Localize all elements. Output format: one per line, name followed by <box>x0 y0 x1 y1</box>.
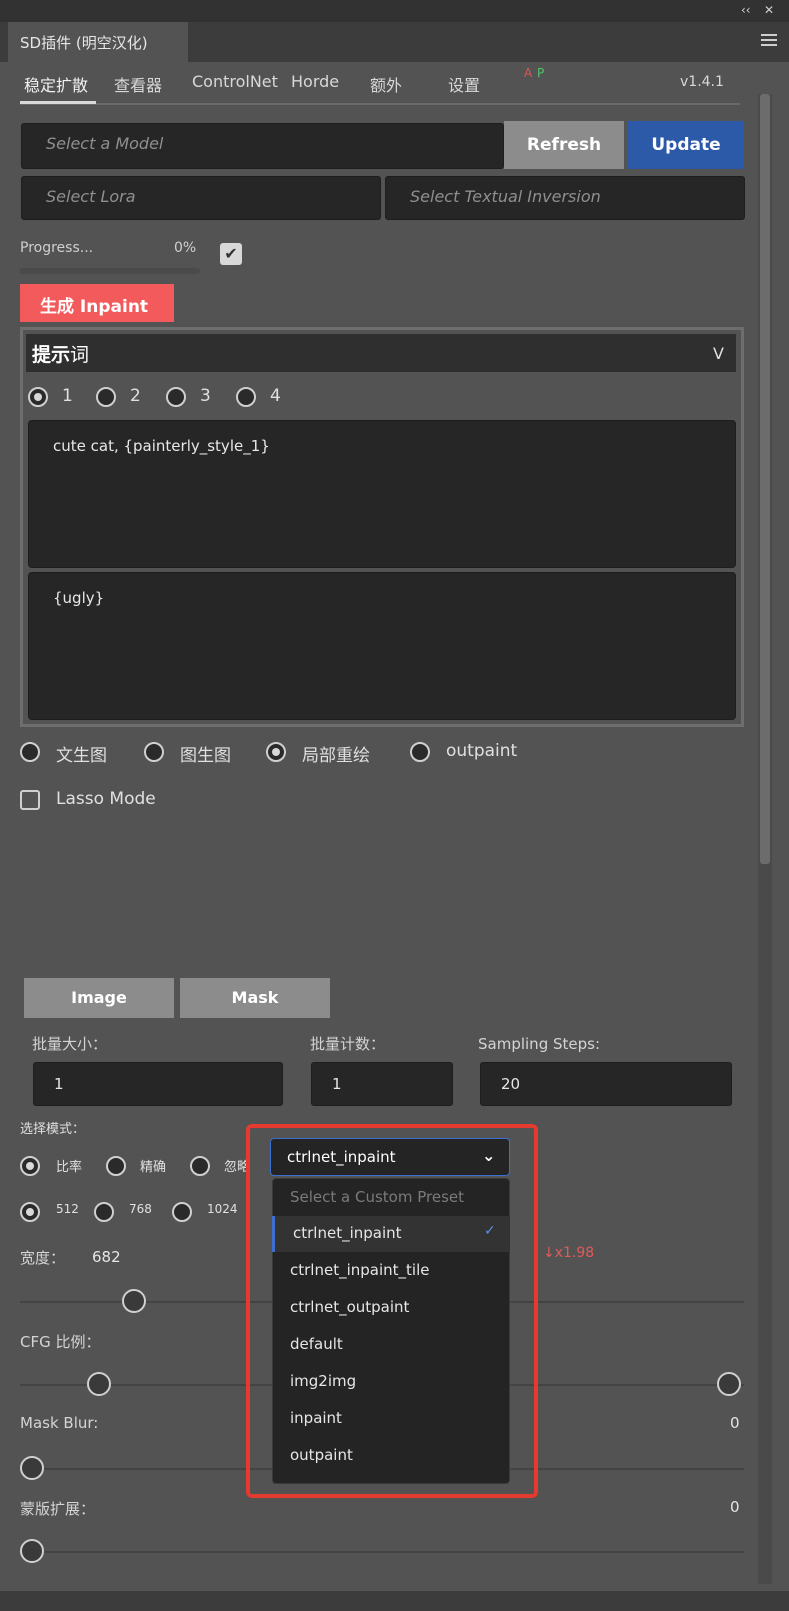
mask-blur-slider-thumb[interactable] <box>20 1456 44 1480</box>
prompt-slot-radio-4[interactable] <box>236 387 256 407</box>
progress-checkbox[interactable]: ✔ <box>220 243 242 265</box>
tab-settings[interactable]: 设置 <box>448 72 480 96</box>
prompt-header[interactable] <box>26 334 736 372</box>
batch-size-input[interactable]: 1 <box>33 1062 283 1106</box>
width-value: 682 <box>92 1248 121 1266</box>
red-highlight-box <box>246 1124 538 1498</box>
lasso-mode-label: Lasso Mode <box>56 789 156 809</box>
window-topbar <box>0 0 789 22</box>
prompt-slot-label-4: 4 <box>270 386 281 406</box>
tab-controlnet[interactable]: ControlNet <box>192 72 278 91</box>
tab-divider <box>20 103 740 105</box>
select-mode-label-exact: 精确 <box>140 1160 167 1175</box>
scrollbar-thumb[interactable] <box>760 94 770 864</box>
mode-radio-img2img[interactable] <box>144 742 164 762</box>
lasso-mode-checkbox[interactable] <box>20 790 40 810</box>
tab-horde[interactable]: Horde <box>291 72 339 91</box>
mask-expand-slider-track[interactable] <box>20 1551 744 1553</box>
resolution-radio-768[interactable] <box>94 1202 114 1222</box>
mask-blur-label: Mask Blur: <box>20 1414 99 1432</box>
select-mode-radio-exact[interactable] <box>106 1156 126 1176</box>
progress-value: 0% <box>174 240 197 256</box>
prompt-slot-label-2: 2 <box>130 386 141 406</box>
select-mode-label-ratio: 比率 <box>56 1160 83 1175</box>
tab-extras[interactable]: 额外 <box>370 72 402 96</box>
resolution-radio-512[interactable] <box>20 1202 40 1222</box>
close-panel-button[interactable]: ✕ <box>764 3 774 17</box>
prompt-slot-label-3: 3 <box>200 386 211 406</box>
cfg-slider-thumb[interactable] <box>87 1372 111 1396</box>
mask-button[interactable]: Mask <box>180 978 330 1018</box>
positive-prompt-textarea[interactable]: cute cat, {painterly_style_1} <box>28 420 736 568</box>
generate-inpaint-button[interactable]: 生成 Inpaint <box>20 284 174 322</box>
mask-blur-value: 0 <box>730 1414 740 1432</box>
prompt-slot-radio-2[interactable] <box>96 387 116 407</box>
resolution-label-512: 512 <box>56 1202 79 1216</box>
textual-inversion-select[interactable]: Select Textual Inversion <box>385 176 745 220</box>
image-button[interactable]: Image <box>24 978 174 1018</box>
mode-radio-inpaint[interactable] <box>266 742 286 762</box>
cfg-slider-end-thumb[interactable] <box>717 1372 741 1396</box>
mode-radio-outpaint[interactable] <box>410 742 430 762</box>
width-slider-thumb[interactable] <box>122 1289 146 1313</box>
collapse-panels-button[interactable]: ‹‹ <box>741 3 751 17</box>
sampling-steps-label: Sampling Steps: <box>478 1035 600 1053</box>
mode-radio-txt2img[interactable] <box>20 742 40 762</box>
panel-tab-title[interactable]: SD插件 (明空汉化) <box>8 22 188 62</box>
indicator-a: A <box>524 66 533 80</box>
version-label: v1.4.1 <box>680 74 724 90</box>
refresh-button[interactable]: Refresh <box>504 121 624 169</box>
model-select[interactable]: Select a Model <box>21 123 504 169</box>
negative-prompt-textarea[interactable]: {ugly} <box>28 572 736 720</box>
mode-label-img2img: 图生图 <box>180 746 231 766</box>
prompt-slot-radio-1[interactable] <box>28 387 48 407</box>
lora-select[interactable]: Select Lora <box>21 176 381 220</box>
hamburger-menu-icon[interactable] <box>761 34 777 46</box>
tab-stable-diffusion[interactable]: 稳定扩散 <box>24 72 88 96</box>
batch-size-label: 批量大小： <box>32 1035 108 1053</box>
progress-bar <box>20 268 200 274</box>
update-button[interactable]: Update <box>628 121 744 169</box>
prompt-title: 提示词 <box>32 344 90 366</box>
select-mode-label: 选择模式： <box>20 1122 86 1137</box>
mode-label-txt2img: 文生图 <box>56 746 107 766</box>
mask-expand-label: 蒙版扩展： <box>20 1500 96 1518</box>
cfg-scale-label: CFG 比例： <box>20 1333 101 1351</box>
mode-label-inpaint: 局部重绘 <box>302 746 370 766</box>
width-ratio-text: ↓x1.98 <box>543 1245 595 1261</box>
progress-label: Progress... <box>20 240 94 256</box>
prompt-slot-label-1: 1 <box>62 386 73 406</box>
active-tab-indicator <box>20 101 96 104</box>
collapse-chevron-icon[interactable]: V <box>713 344 724 363</box>
select-mode-radio-ratio[interactable] <box>20 1156 40 1176</box>
mask-expand-slider-thumb[interactable] <box>20 1539 44 1563</box>
resolution-radio-1024[interactable] <box>172 1202 192 1222</box>
panel-bottom-bar <box>0 1591 789 1611</box>
resolution-label-1024: 1024 <box>207 1202 238 1216</box>
prompt-slot-radio-3[interactable] <box>166 387 186 407</box>
select-mode-radio-ignore[interactable] <box>190 1156 210 1176</box>
width-label: 宽度： <box>20 1249 66 1267</box>
sampling-steps-input[interactable]: 20 <box>480 1062 732 1106</box>
tab-viewer[interactable]: 查看器 <box>114 72 162 96</box>
mode-label-outpaint: outpaint <box>446 741 518 761</box>
indicator-p: P <box>537 66 545 80</box>
batch-count-input[interactable]: 1 <box>311 1062 453 1106</box>
mask-expand-value: 0 <box>730 1498 740 1516</box>
resolution-label-768: 768 <box>129 1202 152 1216</box>
batch-count-label: 批量计数： <box>310 1035 386 1053</box>
